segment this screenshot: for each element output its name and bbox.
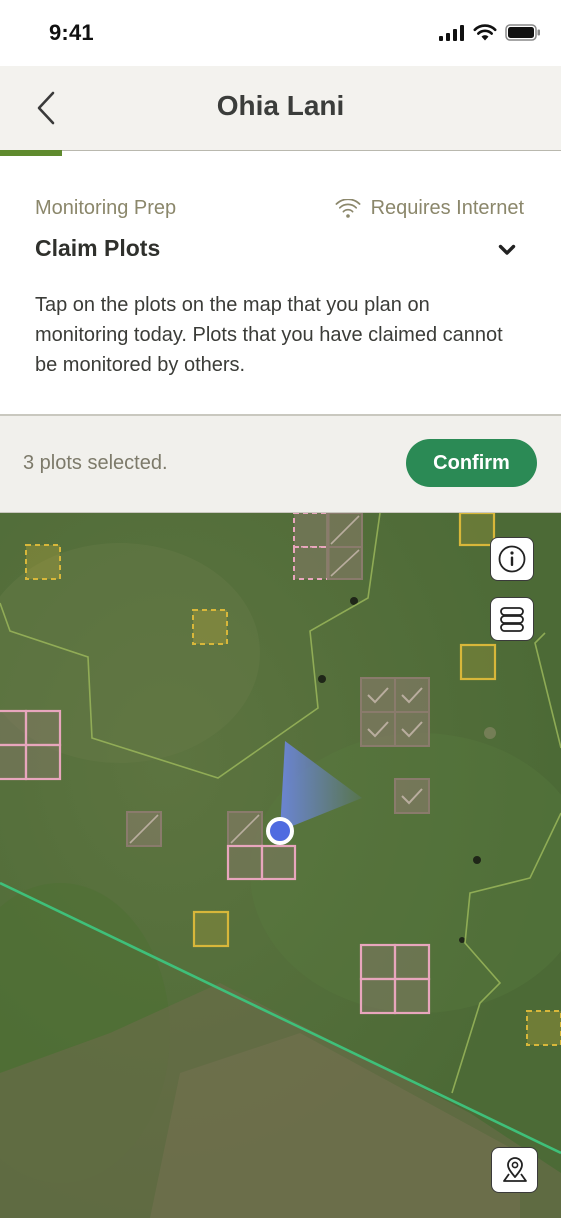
- chevron-down-icon: [498, 244, 516, 255]
- wifi-icon: [473, 24, 497, 41]
- status-time: 9:41: [49, 20, 94, 45]
- layers-button[interactable]: [490, 597, 534, 641]
- location-pin-icon: [502, 1157, 527, 1182]
- available-plot[interactable]: [459, 643, 497, 681]
- layers-icon: [500, 607, 524, 632]
- monitored-plot-group: [360, 677, 430, 747]
- monitored-plot: [394, 778, 430, 814]
- section-label: Monitoring Prep: [35, 197, 177, 219]
- info-icon: [498, 545, 526, 573]
- tree-dot: [473, 856, 481, 864]
- selected-plot[interactable]: [260, 844, 297, 881]
- available-plot[interactable]: [526, 1010, 561, 1046]
- satellite-map[interactable]: [0, 513, 561, 1218]
- selected-plot[interactable]: [359, 943, 397, 981]
- locate-button[interactable]: [491, 1147, 538, 1193]
- available-plot[interactable]: [458, 513, 496, 547]
- monitored-plot: [394, 677, 430, 713]
- selection-count: 3 plots selected.: [23, 452, 168, 474]
- tree-dot: [318, 675, 326, 683]
- selected-plot[interactable]: [0, 743, 28, 781]
- monitored-plot: [360, 677, 396, 713]
- selected-plot[interactable]: [393, 977, 431, 1015]
- status-icons: [439, 24, 541, 41]
- wifi-icon: [335, 198, 361, 218]
- status-bar: 9:41: [0, 0, 561, 66]
- internet-indicator: Requires Internet: [335, 197, 524, 220]
- available-plot[interactable]: [25, 544, 61, 580]
- available-plot[interactable]: [192, 910, 230, 948]
- selected-plot[interactable]: [293, 546, 329, 580]
- monitored-plot: [360, 711, 396, 747]
- battery-icon: [505, 24, 540, 41]
- selected-plot[interactable]: [24, 709, 62, 747]
- monitored-plot: [394, 711, 430, 747]
- selected-plot[interactable]: [0, 709, 28, 747]
- map-view[interactable]: [0, 513, 561, 1218]
- header: Ohia Lani: [0, 66, 561, 151]
- available-plot[interactable]: [192, 609, 228, 645]
- step-title: Claim Plots: [35, 235, 161, 261]
- selected-plot[interactable]: [293, 513, 329, 548]
- internet-label: Requires Internet: [370, 197, 524, 219]
- selection-bar: 3 plots selected. Confirm: [0, 416, 561, 513]
- tree-dot: [484, 727, 496, 739]
- tree-dot: [459, 937, 465, 943]
- confirm-button[interactable]: Confirm: [406, 439, 537, 487]
- user-location-dot: [266, 817, 294, 845]
- page-title: Ohia Lani: [216, 90, 345, 121]
- cellular-signal-icon: [439, 24, 464, 41]
- selected-plot[interactable]: [359, 977, 397, 1015]
- instructions-text: Tap on the plots on the map that you pla…: [35, 294, 503, 376]
- selected-plot[interactable]: [226, 844, 264, 881]
- monitoring-panel: Monitoring Prep Requires Internet Claim …: [0, 156, 561, 416]
- selected-plot[interactable]: [393, 943, 431, 981]
- selected-plot[interactable]: [24, 743, 62, 781]
- expand-toggle[interactable]: [493, 236, 521, 264]
- info-button[interactable]: [490, 537, 534, 581]
